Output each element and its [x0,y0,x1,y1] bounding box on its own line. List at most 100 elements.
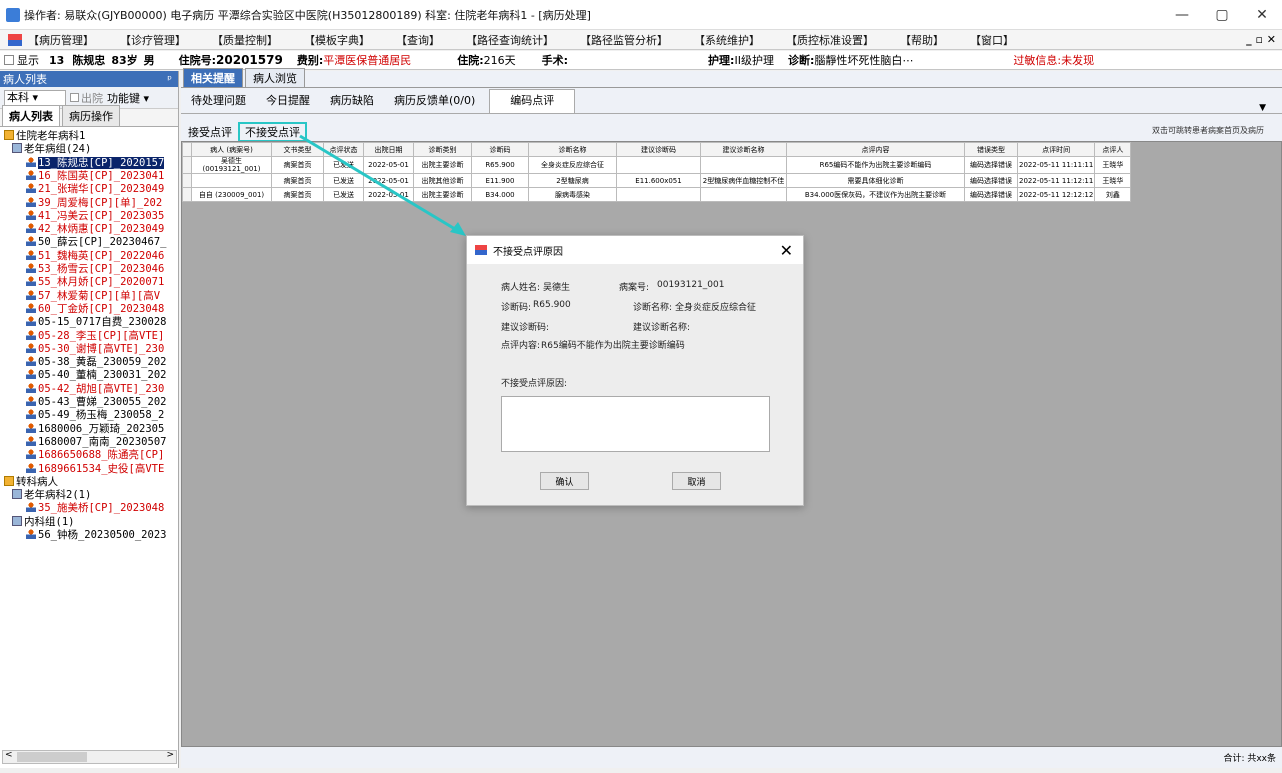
tab-rejected-review[interactable]: 不接受点评 [238,122,307,142]
col-diag-category[interactable]: 诊断类别 [413,142,472,157]
tree-node[interactable]: 1680007_南南_20230507 [26,435,166,449]
tree-node-label: 39_周爱梅[CP][单]_202 [38,196,163,209]
tree-node[interactable]: 老年病科2(1) [12,489,91,502]
menu-item-quality-control[interactable]: 【质量控制】 [212,32,278,48]
folder-icon [4,475,14,486]
row-header[interactable] [182,156,192,174]
tab-pending-issues[interactable]: 待处理问题 [181,88,256,114]
menu-item-system-maintenance[interactable]: 【系统维护】 [694,32,760,48]
menu-item-treatment-mgmt[interactable]: 【诊疗管理】 [120,32,186,48]
col-review-content[interactable]: 点评内容 [786,142,965,157]
cell-suggested-name [700,187,787,202]
cancel-button[interactable]: 取消 [672,472,721,490]
tree-node[interactable]: 55_林月娇[CP]_2020071 [26,276,164,289]
tree-node[interactable]: 42_林炳惠[CP]_2023049 [26,223,164,236]
discharge-checkbox[interactable] [70,93,79,102]
tree-node[interactable]: 05-40_董楠_230031_202 [26,369,166,382]
tree-node-label: 13_陈规忠[CP]_2020157 [38,156,165,169]
menu-item-window[interactable]: 【窗口】 [970,32,1014,48]
tree-node[interactable]: 05-43_曹娣_230055_202 [26,396,166,409]
tab-record-feedback[interactable]: 病历反馈单(0/0) [384,88,485,114]
dialog-case-value: 00193121_001 [657,280,725,290]
tab-record-defects[interactable]: 病历缺陷 [320,88,384,114]
tree-node[interactable]: 13_陈规忠[CP]_2020157 [26,156,165,170]
tree-node[interactable]: 1686650688_陈通亮[CP] [26,449,164,462]
table-row[interactable]: 病案首页 已发送 2022-05-01 出院其他诊断 E11.900 2型糖尿病 E11.6… [182,173,1132,188]
close-button[interactable]: ✕ [1242,0,1282,30]
col-diag-code[interactable]: 诊断码 [471,142,529,157]
maximize-button[interactable]: ▢ [1202,0,1242,30]
mdi-window-controls[interactable]: _ ▫ ✕ [1246,33,1276,46]
row-header[interactable] [182,187,192,202]
tree-node[interactable]: 1689661534_史役[高VTE [26,462,165,476]
col-diag-name[interactable]: 诊断名称 [528,142,617,157]
tree-node[interactable]: 05-15_0717自费_230028 [26,316,166,329]
col-review-status[interactable]: 点评状态 [323,142,364,157]
tabs-dropdown-icon[interactable]: ▼ [1249,95,1276,121]
menu-item-path-supervision[interactable]: 【路径监管分析】 [580,32,668,48]
confirm-button[interactable]: 确认 [540,472,589,490]
tree-node[interactable]: 57_林爱菊[CP][单][高V [26,289,160,303]
tree-node[interactable]: 35_施美桥[CP]_2023048 [26,502,164,515]
row-header[interactable] [182,173,192,188]
tree-node[interactable]: 05-28_李玉[CP][高VTE] [26,329,164,343]
show-checkbox[interactable] [4,55,14,65]
menu-item-template-dict[interactable]: 【模板字典】 [304,32,370,48]
tree-node[interactable]: 05-49_杨玉梅_230058_2 [26,409,164,422]
tree-node[interactable]: 1680006_万颖琦_202305 [26,422,164,436]
tree-node[interactable]: 05-30_谢博[高VTE]_230 [26,342,164,356]
col-suggested-name[interactable]: 建议诊断名称 [700,142,787,157]
col-doc-type[interactable]: 文书类型 [271,142,324,157]
tab-patient-list[interactable]: 病人列表 [2,105,60,126]
function-key-button[interactable]: 功能键 ▾ [107,90,149,106]
tree-node[interactable]: 住院老年病科1 [4,130,85,143]
tree-node[interactable]: 转科病人 [4,475,58,489]
tree-node[interactable]: 16_陈国英[CP]_2023041 [26,169,164,183]
minimize-button[interactable]: — [1162,0,1202,30]
patient-tree: 住院老年病科1 老年病组(24) 13_陈规忠[CP]_2020157 16_陈国英[… [0,127,178,731]
pin-icon[interactable]: ᵖ [167,73,172,86]
scroll-thumb[interactable] [17,752,87,762]
tree-node[interactable]: 21_张瑞华[CP]_2023049 [26,183,164,196]
tab-record-operation[interactable]: 病历操作 [62,105,120,126]
tree-node-label: 内科组(1) [24,515,75,528]
horizontal-scrollbar[interactable]: < > [2,750,177,764]
col-reviewer[interactable]: 点评人 [1094,142,1132,157]
reject-reason-input[interactable] [501,396,770,452]
menu-item-record-mgmt[interactable]: 【病历管理】 [28,32,94,48]
tree-node[interactable]: 53_杨雪云[CP]_2023046 [26,263,164,276]
tree-node[interactable]: 老年病组(24) [12,143,91,156]
col-error-type[interactable]: 错误类型 [964,142,1018,157]
tree-node[interactable]: 内科组(1) [12,515,75,529]
tree-node[interactable]: 39_周爱梅[CP][单]_202 [26,196,163,210]
tree-node[interactable]: 50_薛云[CP]_20230467_ [26,236,166,249]
tab-patient-browse[interactable]: 病人浏览 [245,68,305,87]
tab-reminders[interactable]: 相关提醒 [183,68,243,87]
dialog-close-icon[interactable]: ✕ [780,241,793,260]
tree-node[interactable]: 05-38_黄磊_230059_202 [26,356,166,369]
menu-item-help[interactable]: 【帮助】 [900,32,944,48]
col-review-time[interactable]: 点评时间 [1016,142,1096,157]
menu-item-qc-standard[interactable]: 【质控标准设置】 [786,32,874,48]
col-discharge-date[interactable]: 出院日期 [363,142,414,157]
department-select[interactable]: 本科 ▾ [4,89,66,106]
tab-accepted-review[interactable]: 接受点评 [184,122,236,142]
tab-coding-review[interactable]: 编码点评 [489,88,576,113]
tree-node[interactable]: 05-42_胡旭[高VTE]_230 [26,382,164,396]
menu-item-query[interactable]: 【查询】 [396,32,440,48]
tree-node[interactable]: 51_魏梅英[CP]_2022046 [26,249,164,263]
scroll-right-icon[interactable]: > [166,750,174,760]
col-patient[interactable]: 病人 (病案号) [191,142,272,157]
table-row[interactable]: 自自 (230009_001) 病案首页 已发送 2022-05-01 出院主要诊断 B3… [182,187,1132,202]
tree-node[interactable]: 60_丁金娇[CP]_2023048 [26,302,164,316]
menu-item-path-query-stats[interactable]: 【路径查询统计】 [466,32,554,48]
tree-node[interactable]: 41_冯美云[CP]_2023035 [26,209,164,223]
tree-node-label: 1689661534_史役[高VTE [38,462,165,475]
col-suggested-code[interactable]: 建议诊断码 [616,142,701,157]
cell-suggested-code [616,187,701,202]
tree-node[interactable]: 56_钟杨_20230500_2023 [26,529,166,542]
table-row[interactable]: 吴德生 (00193121_001) 病案首页 已发送 2022-05-01 出院主要诊… [182,156,1132,174]
scroll-left-icon[interactable]: < [5,750,13,760]
tab-today-reminders[interactable]: 今日提醒 [256,88,320,114]
cell-error-type: 编码选择错误 [964,187,1018,202]
